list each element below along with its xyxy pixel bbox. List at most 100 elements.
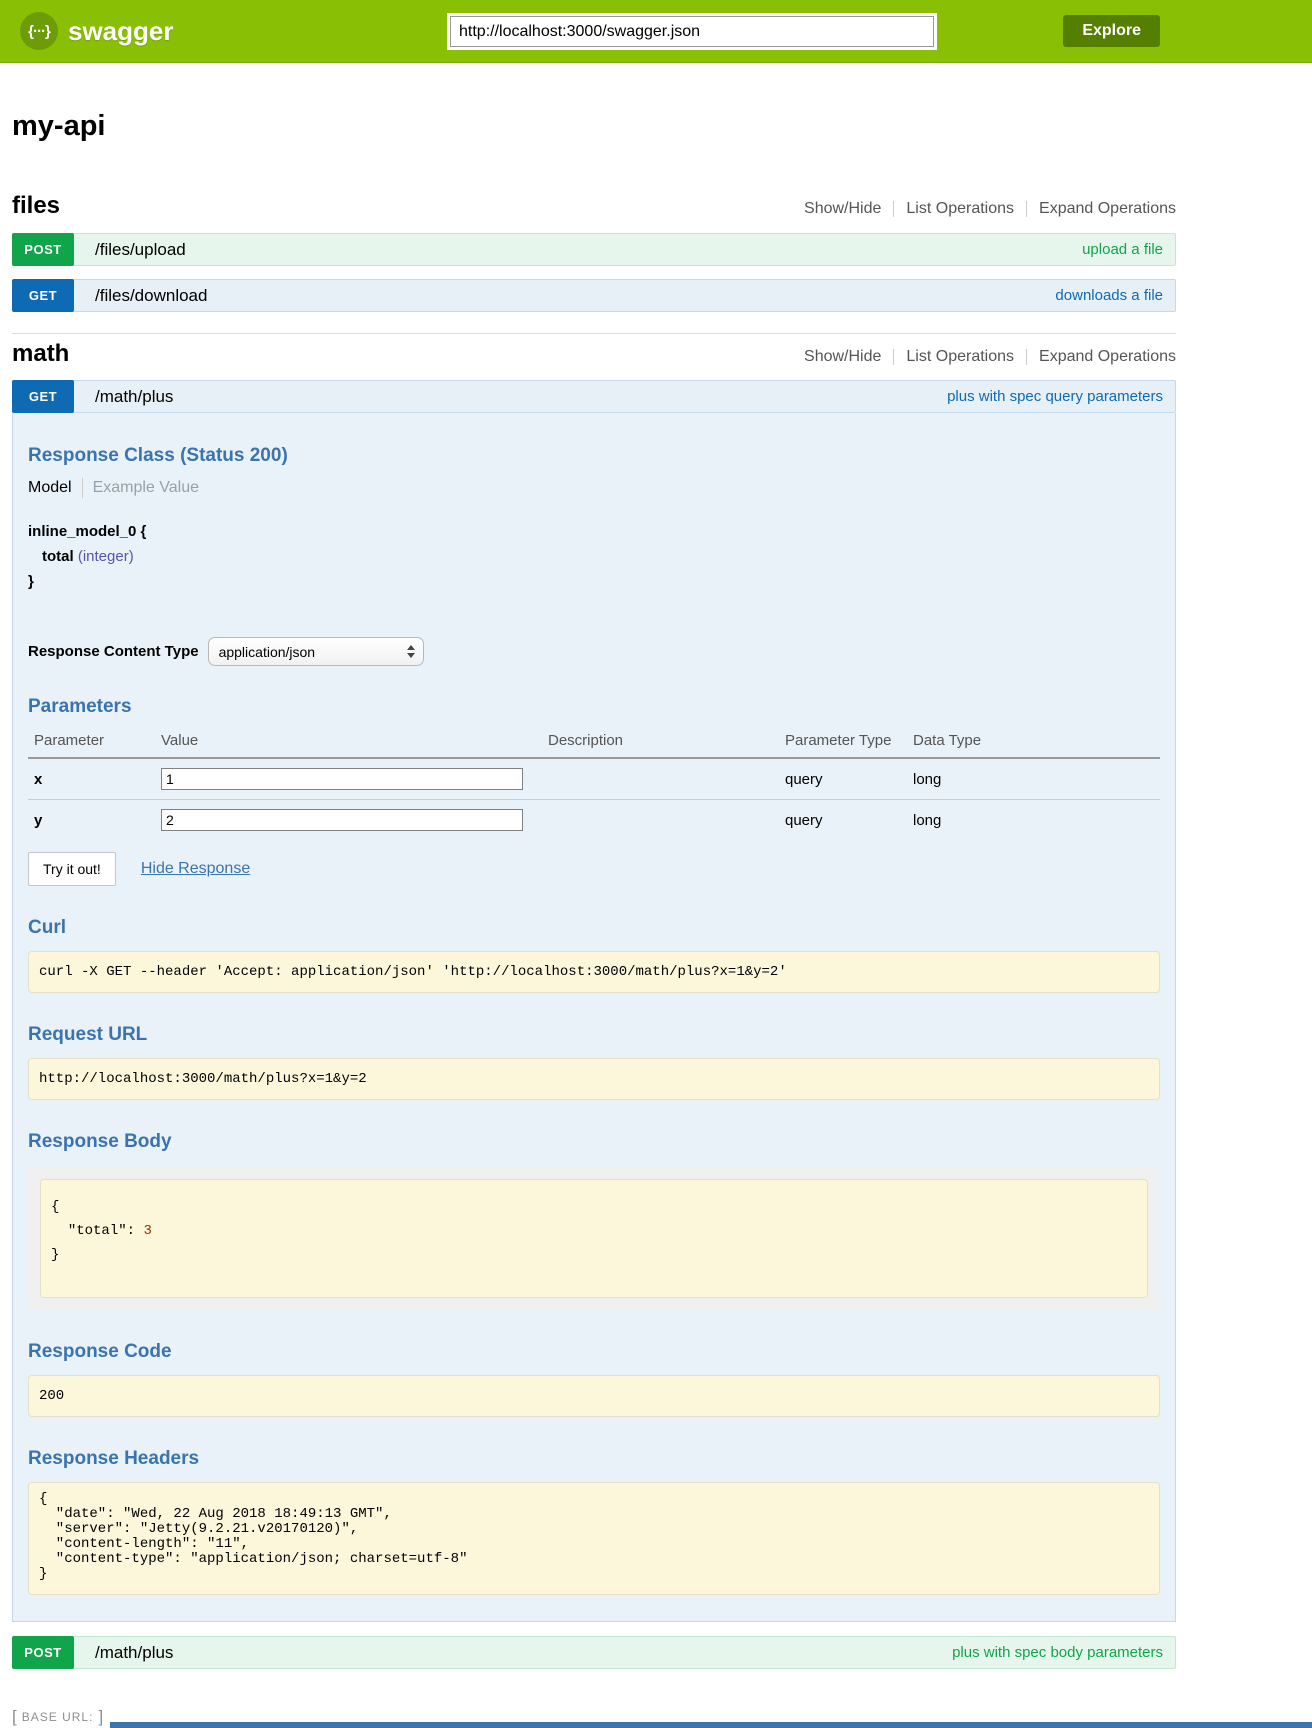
parameter-name: y — [28, 800, 161, 841]
parameters-table-header-row: Parameter Value Description Parameter Ty… — [28, 726, 1160, 758]
main-content: my-api files Show/Hide List Operations E… — [12, 110, 1176, 1727]
model-property-line: total (integer) — [28, 544, 1160, 569]
parameter-description — [548, 758, 785, 800]
swagger-logo-icon: {···} — [20, 12, 58, 50]
expand-operations-link[interactable]: Expand Operations — [1039, 348, 1176, 366]
column-header-parameter-type: Parameter Type — [785, 726, 913, 758]
show-hide-link[interactable]: Show/Hide — [804, 200, 881, 218]
curl-heading: Curl — [28, 917, 1160, 939]
parameter-y-input[interactable] — [161, 809, 523, 831]
response-code-heading: Response Code — [28, 1341, 1160, 1363]
operation-row-get-math-plus[interactable]: GET /math/plus plus with spec query para… — [12, 380, 1176, 413]
list-operations-link[interactable]: List Operations — [906, 348, 1014, 366]
response-body-heading: Response Body — [28, 1131, 1160, 1153]
response-content-type-row: Response Content Type application/json — [28, 637, 1160, 666]
select-arrows-icon — [407, 645, 415, 658]
parameters-table: Parameter Value Description Parameter Ty… — [28, 726, 1160, 840]
operation-expanded-get-math-plus: GET /math/plus plus with spec query para… — [12, 380, 1176, 1622]
explore-button[interactable]: Explore — [1063, 15, 1160, 47]
base-url-label: BASE URL: — [22, 1710, 94, 1724]
separator — [82, 478, 83, 498]
request-url-box: http://localhost:3000/math/plus?x=1&y=2 — [28, 1058, 1160, 1100]
separator — [893, 201, 894, 217]
separator — [1026, 201, 1027, 217]
response-class-heading: Response Class (Status 200) — [28, 445, 1160, 467]
parameter-x-input[interactable] — [161, 768, 523, 790]
method-badge-post: POST — [12, 233, 74, 266]
math-section-header: math Show/Hide List Operations Expand Op… — [12, 340, 1176, 368]
operation-path-link[interactable]: /math/plus — [95, 387, 173, 407]
json-open-brace: { — [51, 1199, 59, 1215]
response-content-type-select[interactable]: application/json — [208, 637, 424, 666]
model-signature: inline_model_0 { total (integer) } — [28, 519, 1160, 594]
response-code-box: 200 — [28, 1375, 1160, 1417]
response-body-box: { "total": 3 } — [40, 1179, 1148, 1298]
operation-summary-link[interactable]: downloads a file — [1055, 287, 1163, 304]
model-open-line: inline_model_0 { — [28, 519, 1160, 544]
model-property-type: (integer) — [78, 548, 134, 565]
header-bar: {···} swagger Explore — [0, 0, 1312, 63]
files-section-header: files Show/Hide List Operations Expand O… — [12, 192, 1176, 220]
try-it-out-button[interactable]: Try it out! — [28, 852, 116, 886]
method-badge-get: GET — [12, 279, 74, 312]
operation-detail-panel: Response Class (Status 200) Model Exampl… — [12, 413, 1176, 1622]
operation-row-post-math-plus[interactable]: POST /math/plus plus with spec body para… — [12, 1636, 1176, 1669]
footer-open-bracket: [ — [12, 1707, 17, 1727]
parameter-type: query — [785, 800, 913, 841]
parameter-data-type: long — [913, 800, 1160, 841]
try-row: Try it out! Hide Response — [28, 852, 1160, 886]
expand-operations-link[interactable]: Expand Operations — [1039, 200, 1176, 218]
json-key: "total": — [68, 1223, 135, 1239]
response-headers-box: { "date": "Wed, 22 Aug 2018 18:49:13 GMT… — [28, 1482, 1160, 1595]
separator — [893, 349, 894, 365]
operation-path-link[interactable]: /files/upload — [95, 240, 186, 260]
spec-url-input[interactable] — [450, 16, 934, 47]
show-hide-link[interactable]: Show/Hide — [804, 348, 881, 366]
swagger-logo[interactable]: {···} swagger — [20, 12, 174, 50]
operation-path-link[interactable]: /math/plus — [95, 1643, 173, 1663]
math-section-controls: Show/Hide List Operations Expand Operati… — [804, 348, 1176, 366]
tab-example-value[interactable]: Example Value — [93, 479, 199, 497]
response-body-container: { "total": 3 } — [28, 1167, 1160, 1310]
column-header-description: Description — [548, 726, 785, 758]
response-content-type-value: application/json — [219, 644, 316, 660]
parameter-description — [548, 800, 785, 841]
operation-row-get-files-download[interactable]: GET /files/download downloads a file — [12, 279, 1176, 312]
parameter-name: x — [28, 758, 161, 800]
curl-command-box: curl -X GET --header 'Accept: applicatio… — [28, 951, 1160, 993]
operation-path-link[interactable]: /files/download — [95, 286, 207, 306]
page-title: my-api — [12, 110, 1176, 143]
list-operations-link[interactable]: List Operations — [906, 200, 1014, 218]
parameter-data-type: long — [913, 758, 1160, 800]
resource-section-files: files Show/Hide List Operations Expand O… — [12, 192, 1176, 312]
method-badge-post: POST — [12, 1636, 74, 1669]
column-header-value: Value — [161, 726, 548, 758]
operation-summary-link[interactable]: upload a file — [1082, 241, 1163, 258]
response-content-type-label: Response Content Type — [28, 643, 199, 660]
bottom-blue-bar — [110, 1722, 1312, 1728]
operation-row-post-files-upload[interactable]: POST /files/upload upload a file — [12, 233, 1176, 266]
operation-summary-link[interactable]: plus with spec query parameters — [947, 388, 1163, 405]
tab-model[interactable]: Model — [28, 479, 72, 497]
method-badge-get: GET — [12, 380, 74, 413]
parameters-heading: Parameters — [28, 696, 1160, 718]
json-close-brace: } — [51, 1247, 59, 1263]
parameter-row-y: y query long — [28, 800, 1160, 841]
json-value: 3 — [143, 1223, 151, 1239]
separator — [1026, 349, 1027, 365]
model-property-name: total — [42, 548, 74, 565]
operation-summary-link[interactable]: plus with spec body parameters — [952, 1644, 1163, 1661]
files-section-title: files — [12, 192, 60, 220]
brand-title: swagger — [68, 16, 174, 47]
hide-response-link[interactable]: Hide Response — [141, 860, 250, 878]
math-section-title: math — [12, 340, 69, 368]
response-headers-heading: Response Headers — [28, 1448, 1160, 1470]
files-section-controls: Show/Hide List Operations Expand Operati… — [804, 200, 1176, 218]
parameter-row-x: x query long — [28, 758, 1160, 800]
column-header-parameter: Parameter — [28, 726, 161, 758]
footer-close-bracket: ] — [98, 1707, 103, 1727]
request-url-heading: Request URL — [28, 1024, 1160, 1046]
model-tabs: Model Example Value — [28, 478, 1160, 498]
resource-section-math: math Show/Hide List Operations Expand Op… — [12, 333, 1176, 1622]
column-header-data-type: Data Type — [913, 726, 1160, 758]
